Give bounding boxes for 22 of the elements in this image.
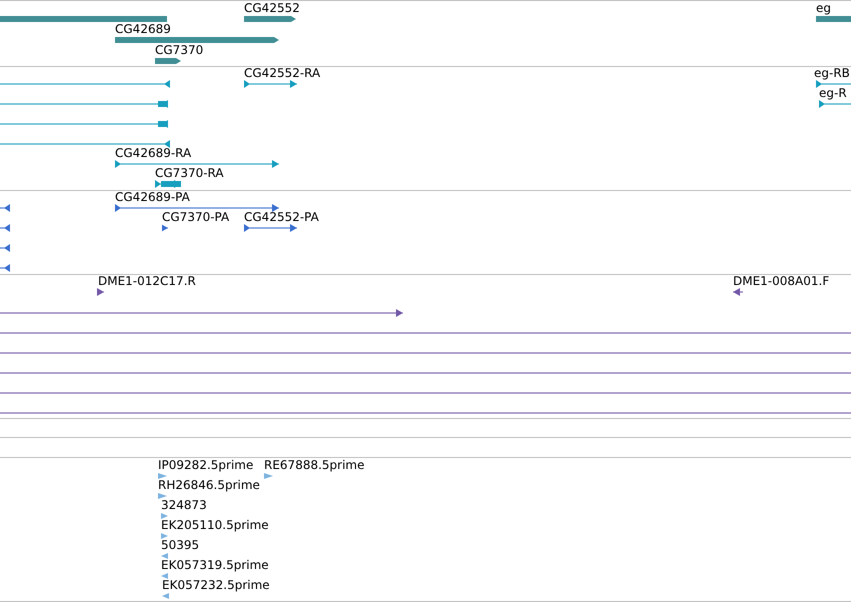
feature-label: RH26846.5prime [158, 479, 260, 492]
feature-label: CG42689-PA [115, 191, 190, 204]
feature-label: EK057232.5prime [162, 579, 270, 592]
feature-label: eg [816, 2, 831, 15]
feature-label: RE67888.5prime [264, 459, 364, 472]
feature-label: DME1-008A01.F [733, 275, 830, 288]
feature-label: CG42552-PA [244, 211, 319, 224]
feature-label: eg-RB [814, 67, 850, 80]
feature-label: 50395 [161, 539, 200, 552]
feature-label: CG42689-RA [115, 147, 192, 160]
feature-label: CG42552-RA [244, 67, 320, 80]
feature-label: 324873 [161, 499, 207, 512]
feature-label: CG7370-RA [155, 167, 224, 180]
feature-label: CG42689 [115, 23, 171, 36]
feature-label: CG7370-PA [162, 211, 230, 224]
feature-label: EK057319.5prime [161, 559, 269, 572]
feature-label: DME1-012C17.R [98, 275, 196, 288]
feature-label: CG42552 [244, 2, 300, 15]
feature-label: EK205110.5prime [161, 519, 269, 532]
feature-label: eg-R [819, 87, 847, 100]
feature-label: CG7370 [155, 44, 204, 57]
feature-label: IP09282.5prime [158, 459, 254, 472]
